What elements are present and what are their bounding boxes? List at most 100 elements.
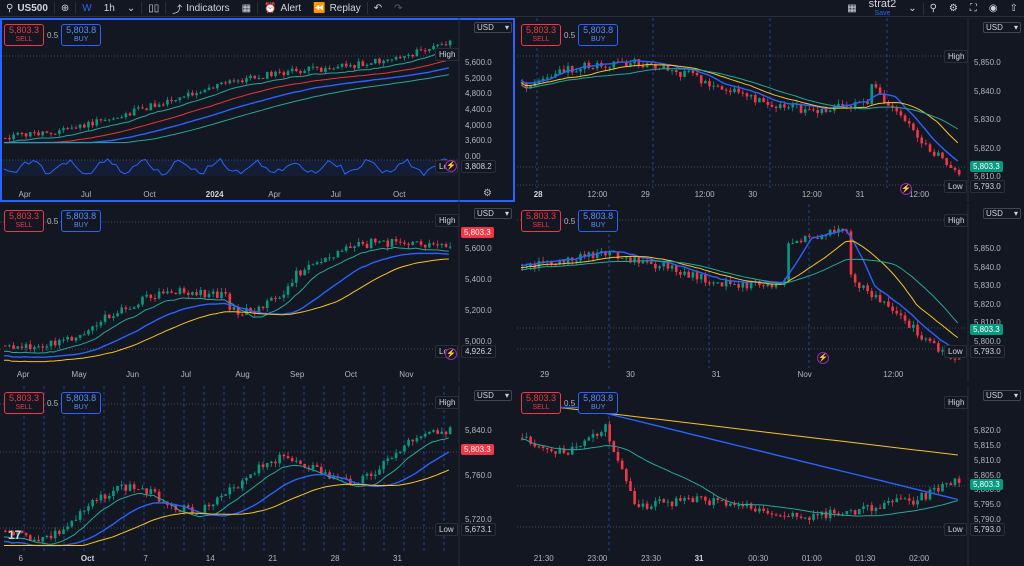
- add-symbol-button[interactable]: ⊕: [55, 0, 75, 17]
- candle-body: [4, 137, 7, 139]
- settings-gear-icon[interactable]: ⚙: [483, 188, 492, 199]
- publish-button[interactable]: ⇧: [1004, 0, 1024, 17]
- indicators-button[interactable]: ⤴ Indicators: [166, 0, 235, 17]
- candle-body: [658, 499, 661, 501]
- candle-body: [132, 484, 136, 490]
- sell-button[interactable]: 5,803.3 SELL: [4, 210, 45, 232]
- layout-name-button[interactable]: strat2 Save: [863, 0, 903, 18]
- candle-body: [374, 474, 377, 477]
- sell-button[interactable]: 5,803.3 SELL: [521, 210, 562, 232]
- candle-body: [344, 63, 348, 67]
- currency-select[interactable]: USD ▾: [983, 390, 1021, 401]
- candle-body: [874, 507, 878, 511]
- replay-button[interactable]: ⏪ Replay: [307, 0, 367, 17]
- buy-button[interactable]: 5,803.8 BUY: [61, 392, 102, 414]
- lightning-icon[interactable]: ⚡: [900, 183, 912, 195]
- interval-weekly-button[interactable]: W: [76, 0, 97, 17]
- settings-button[interactable]: ⚙: [943, 0, 964, 17]
- buy-button[interactable]: 5,803.8 BUY: [578, 24, 619, 46]
- currency-select[interactable]: USD ▾: [983, 208, 1021, 219]
- candle-body: [211, 291, 215, 294]
- templates-button[interactable]: ▦: [236, 0, 257, 17]
- buy-button[interactable]: 5,803.8 BUY: [61, 24, 102, 46]
- time-axis-label: 6: [18, 554, 23, 563]
- buy-button[interactable]: 5,803.8 BUY: [61, 210, 102, 232]
- currency-select[interactable]: USD ▾: [474, 22, 512, 33]
- snapshot-button[interactable]: ◉: [983, 0, 1004, 17]
- candle-body: [91, 326, 94, 331]
- candle-body: [604, 66, 607, 68]
- trade-buttons: 5,803.3 SELL 0.5 5,803.8 BUY: [521, 24, 619, 46]
- chevron-down-icon: ▾: [504, 23, 509, 32]
- time-axis-label: Jul: [330, 190, 341, 199]
- candle-body: [82, 510, 86, 512]
- buy-button[interactable]: 5,803.8 BUY: [578, 210, 619, 232]
- candle-body: [803, 109, 807, 113]
- sell-button[interactable]: 5,803.3 SELL: [521, 392, 562, 414]
- chart-type-button[interactable]: ▯▯: [142, 0, 165, 17]
- candle-body: [216, 497, 219, 505]
- interval-hourly-button[interactable]: 1h: [98, 0, 121, 17]
- buy-button[interactable]: 5,803.8 BUY: [578, 392, 619, 414]
- interval-dropdown[interactable]: ⌄: [121, 0, 141, 17]
- lightning-icon[interactable]: ⚡: [445, 348, 457, 360]
- candle-body: [286, 456, 290, 459]
- candle-body: [670, 70, 674, 72]
- candle-body: [161, 104, 165, 106]
- candle-body: [924, 492, 928, 500]
- candle-body: [708, 500, 711, 505]
- chart-pane-weekly[interactable]: 5,803.3SELL0.55,803.8BUYUSD▾HighLow3,808…: [0, 18, 515, 202]
- candle-body: [141, 488, 144, 490]
- candle-body: [12, 134, 15, 140]
- buy-price: 5,803.8: [66, 211, 97, 221]
- redo-button[interactable]: ↷: [388, 0, 408, 17]
- candle-body: [920, 492, 923, 501]
- layout-dropdown[interactable]: ⌄: [902, 0, 922, 17]
- candle-body: [870, 505, 874, 511]
- chart-pane-m5-b[interactable]: 5,803.3 SELL 0.5 5,803.8 BUY USD ▾ High Low 5,793…: [517, 204, 1024, 382]
- quick-search-button[interactable]: ⚲: [924, 0, 943, 17]
- candle-body: [374, 238, 377, 243]
- candle-body: [207, 504, 211, 507]
- candle-body: [941, 152, 944, 159]
- sell-button[interactable]: 5,803.3 SELL: [521, 24, 562, 46]
- candle-body: [66, 128, 69, 130]
- layout-select-button[interactable]: ▦: [841, 0, 862, 17]
- time-axis-label: 31: [711, 370, 721, 379]
- candle-body: [107, 119, 111, 121]
- chart-pane-daily[interactable]: 5,803.3SELL0.55,803.8BUYUSD▾HighLow4,926…: [0, 204, 515, 382]
- chevron-down-icon: ▾: [504, 209, 509, 218]
- candle-body: [857, 508, 861, 515]
- candle-body: [828, 229, 832, 236]
- candle-body: [303, 70, 306, 74]
- currency-select[interactable]: USD ▾: [474, 208, 512, 219]
- alert-button[interactable]: ⏰ Alert: [258, 0, 307, 17]
- price-axis-label: 5,795.0: [974, 500, 1001, 510]
- lightning-icon[interactable]: ⚡: [445, 160, 457, 172]
- candle-body: [423, 244, 427, 248]
- currency-select[interactable]: USD ▾: [474, 390, 512, 401]
- chart-pane-hourly[interactable]: 5,803.3 SELL 0.5 5,803.8 BUY USD ▾ High Low 5,673…: [0, 386, 515, 566]
- candle-body: [24, 533, 28, 536]
- currency-select[interactable]: USD ▾: [983, 22, 1021, 33]
- sell-button[interactable]: 5,803.3 SELL: [4, 392, 45, 414]
- candle-body: [683, 497, 686, 501]
- chart-pane-m1[interactable]: 5,803.3 SELL 0.5 5,803.8 BUY USD ▾ High Low 5,793…: [517, 386, 1024, 566]
- time-axis-label: 01:30: [855, 554, 876, 563]
- lightning-icon[interactable]: ⚡: [817, 352, 829, 364]
- trade-buttons: 5,803.3 SELL 0.5 5,803.8 BUY: [521, 392, 619, 414]
- candle-body: [99, 494, 103, 501]
- chart-pane-m5-a[interactable]: 5,803.3 SELL 0.5 5,803.8 BUY USD ▾ High Low 5,793…: [517, 18, 1024, 202]
- candle-body: [415, 241, 419, 243]
- currency-label: USD: [986, 391, 1003, 400]
- candle-body: [112, 118, 115, 120]
- candle-body: [78, 335, 82, 338]
- fullscreen-button[interactable]: ⛶: [964, 0, 983, 17]
- candle-body: [716, 282, 720, 284]
- time-axis-label: 12:00: [883, 370, 904, 379]
- sell-button[interactable]: 5,803.3 SELL: [4, 24, 45, 46]
- candle-body: [299, 270, 302, 276]
- undo-button[interactable]: ↶: [368, 0, 388, 17]
- symbol-search[interactable]: ⚲ US500: [0, 0, 54, 17]
- candle-body: [591, 68, 595, 70]
